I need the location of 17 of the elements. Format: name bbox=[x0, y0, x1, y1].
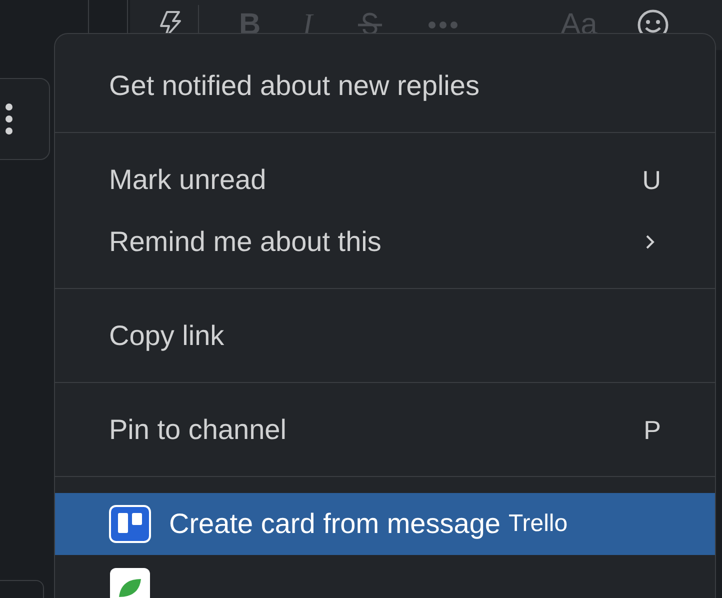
menu-item-label: Copy link bbox=[109, 320, 224, 352]
menu-item[interactable]: Copy link bbox=[55, 305, 715, 367]
shortcut-key: U bbox=[642, 164, 661, 196]
menu-item-label: Create card from message bbox=[169, 508, 500, 540]
menu-item[interactable]: Mark unread U bbox=[55, 149, 715, 211]
kebab-menu-icon[interactable] bbox=[5, 103, 13, 135]
menu-item-label: Get notified about new replies bbox=[109, 70, 480, 102]
app-name: Trello bbox=[508, 510, 568, 538]
chevron-right-icon bbox=[645, 234, 655, 250]
menu-item[interactable]: Get notified about new replies bbox=[55, 55, 715, 117]
menu-item[interactable]: Remind me about this bbox=[55, 211, 715, 273]
menu-item-label: Pin to channel bbox=[109, 414, 286, 446]
menu-item-label: Mark unread bbox=[109, 164, 266, 196]
menu-item-label: Remind me about this bbox=[109, 226, 382, 258]
menu-item[interactable]: Pin to channel P bbox=[55, 399, 715, 461]
menu-item[interactable]: Create card from message Trello bbox=[55, 493, 715, 555]
shortcut-key: P bbox=[644, 414, 661, 446]
